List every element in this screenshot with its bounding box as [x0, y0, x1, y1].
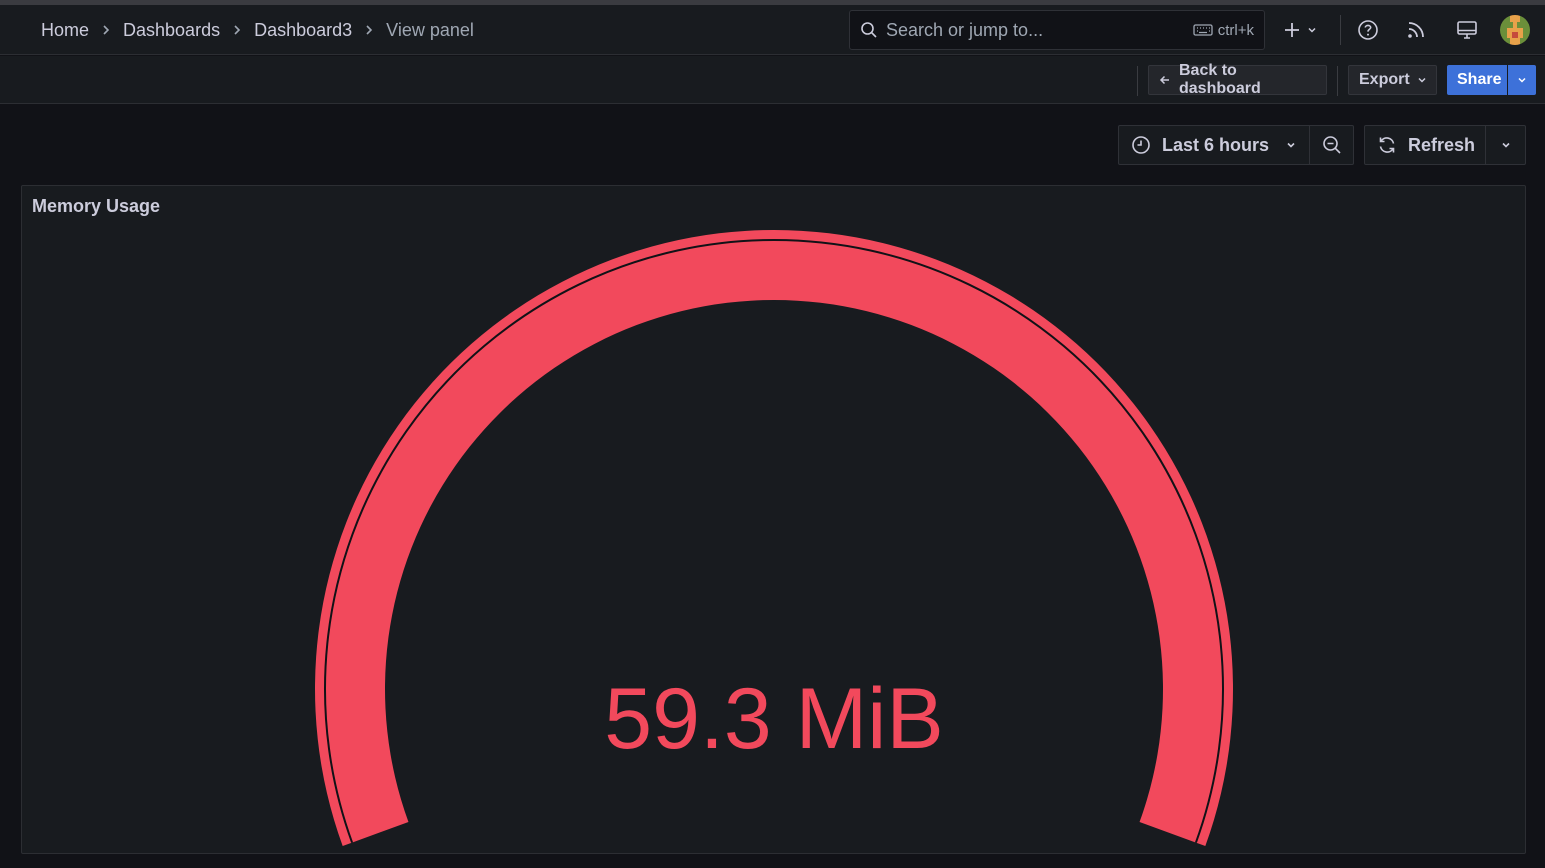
chevron-down-icon [1285, 139, 1297, 151]
rss-icon[interactable] [1406, 20, 1426, 40]
breadcrumb-home[interactable]: Home [41, 20, 89, 41]
breadcrumb: Home Dashboards Dashboard3 View panel [41, 5, 474, 55]
search-icon [860, 21, 878, 39]
breadcrumb-view-panel: View panel [386, 19, 474, 40]
export-label: Export [1359, 71, 1410, 88]
arrow-left-icon [1159, 74, 1171, 86]
refresh-icon [1377, 135, 1397, 155]
divider [1337, 66, 1338, 96]
dashboard-action-bar: Back to dashboard Export Share [0, 56, 1545, 104]
keyboard-icon [1193, 23, 1218, 37]
back-to-dashboard-label: Back to dashboard [1179, 62, 1261, 97]
chevron-right-icon [232, 24, 242, 36]
zoom-out-button[interactable] [1310, 125, 1354, 165]
monitor-icon[interactable] [1456, 20, 1478, 40]
gauge-visualization: 59.3 MiB [315, 230, 1233, 846]
breadcrumb-dashboard3[interactable]: Dashboard3 [254, 20, 352, 41]
divider [1137, 66, 1138, 96]
refresh-label: Refresh [1408, 134, 1476, 155]
time-controls: Last 6 hours Refresh [1118, 125, 1526, 165]
chevron-right-icon [101, 24, 111, 36]
share-options-button[interactable] [1508, 65, 1536, 95]
new-menu-button[interactable] [1283, 5, 1317, 55]
chevron-down-icon [1417, 75, 1427, 85]
search-shortcut: ctrl+k [1193, 22, 1254, 39]
share-label: Share [1457, 71, 1502, 88]
top-navigation-bar: Home Dashboards Dashboard3 View panel ct… [0, 5, 1545, 55]
breadcrumb-dashboards[interactable]: Dashboards [123, 20, 220, 41]
shortcut-label: ctrl+k [1217, 21, 1254, 39]
gauge-value-text: 59.3 MiB [604, 671, 943, 767]
gauge-panel[interactable]: 59.3 MiB Memory Usage [21, 185, 1526, 854]
export-button[interactable]: Export [1348, 65, 1437, 95]
help-icon[interactable] [1357, 19, 1379, 41]
back-to-dashboard-button[interactable]: Back to dashboard [1148, 62, 1327, 97]
panel-title: Memory Usage [32, 196, 161, 216]
clock-icon [1131, 135, 1151, 155]
chevron-right-icon [364, 24, 374, 36]
time-range-label: Last 6 hours [1162, 134, 1270, 155]
refresh-interval-button[interactable] [1486, 125, 1526, 165]
chevron-down-icon [1500, 139, 1512, 151]
zoom-out-icon [1322, 135, 1342, 155]
search-box[interactable]: ctrl+k [849, 10, 1265, 50]
chevron-down-icon [1517, 75, 1527, 85]
search-input[interactable] [886, 19, 1193, 41]
chevron-down-icon [1307, 25, 1317, 35]
time-range-picker[interactable]: Last 6 hours [1118, 125, 1310, 165]
plus-icon [1283, 21, 1301, 39]
share-button[interactable]: Share [1447, 65, 1507, 95]
user-avatar[interactable] [1500, 15, 1530, 45]
divider [1340, 15, 1341, 45]
refresh-button[interactable]: Refresh [1364, 125, 1486, 165]
